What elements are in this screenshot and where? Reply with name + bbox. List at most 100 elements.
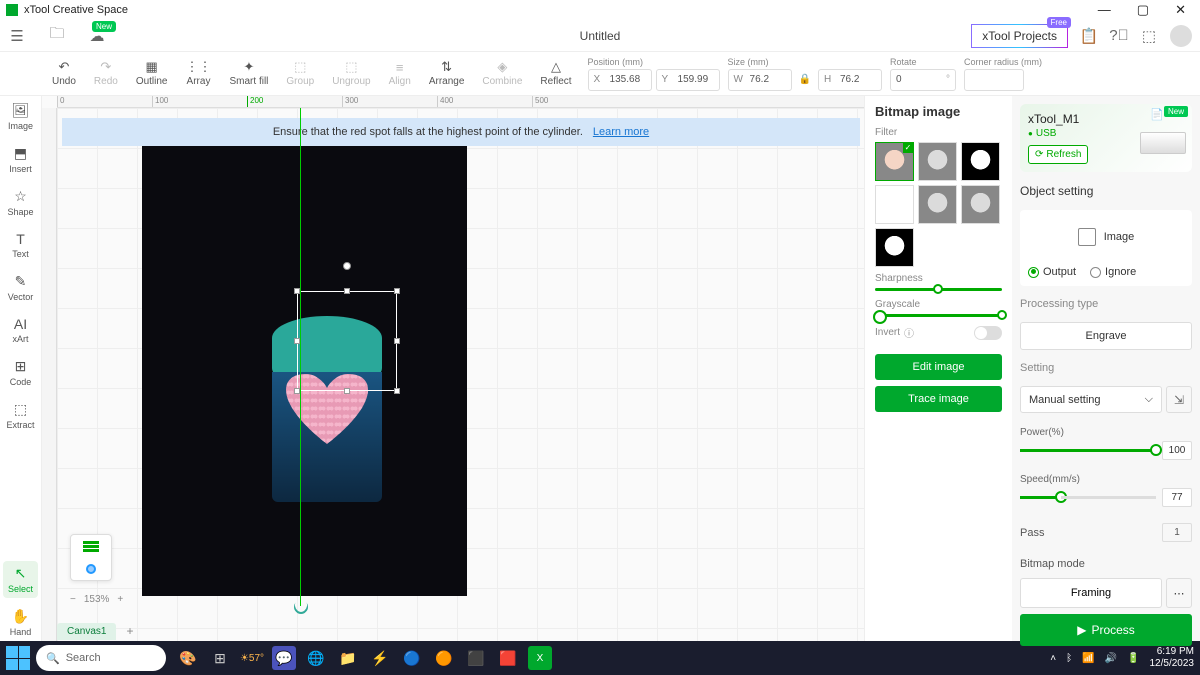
save-setting-icon[interactable]: ⇲ [1166, 386, 1192, 413]
selection-handles[interactable] [297, 291, 397, 391]
speed-slider[interactable] [1020, 496, 1156, 499]
sidebar-item-insert[interactable]: ⬒Insert [0, 141, 41, 178]
framing-more[interactable]: ⋯ [1166, 578, 1192, 608]
battery-icon[interactable]: 🔋 [1127, 653, 1139, 664]
rotary-guide[interactable] [300, 108, 301, 606]
sidebar-item-select[interactable]: ↖Select [3, 561, 38, 598]
tb-app3[interactable]: 🟠 [432, 646, 456, 670]
rotate-input[interactable]: 0° [890, 69, 956, 91]
filter-bw[interactable] [961, 142, 1000, 181]
tb-app2[interactable]: ⚡ [368, 646, 392, 670]
speed-value[interactable]: 77 [1162, 488, 1192, 507]
align-button[interactable]: ≡Align [381, 52, 419, 96]
tb-weather[interactable]: ☀57° [240, 646, 264, 670]
tb-xtool[interactable]: X [528, 646, 552, 670]
output-radio[interactable]: Output [1028, 266, 1076, 278]
invert-toggle[interactable] [974, 326, 1002, 340]
tb-task-view[interactable]: ⊞ [208, 646, 232, 670]
sharpness-slider[interactable] [875, 288, 1002, 291]
document-title[interactable]: Untitled [580, 29, 621, 43]
left-sidebar: 🖼Image ⬒Insert ☆Shape TText ✎Vector AIxA… [0, 96, 42, 641]
wifi-icon[interactable]: 📶 [1082, 653, 1094, 664]
sidebar-item-hand[interactable]: ✋Hand [0, 604, 41, 641]
tray-chevron[interactable]: ˄ [1050, 653, 1056, 664]
array-button[interactable]: ⋮⋮Array [178, 52, 220, 96]
tb-edge[interactable]: 🌐 [304, 646, 328, 670]
maximize-button[interactable]: ▢ [1137, 2, 1149, 18]
rotate-handle[interactable] [343, 262, 351, 270]
tb-explorer[interactable]: 📁 [336, 646, 360, 670]
filter-5[interactable] [918, 185, 957, 224]
avatar[interactable] [1170, 25, 1192, 47]
layer-panel[interactable] [70, 534, 112, 581]
sidebar-item-extract[interactable]: ⬚Extract [0, 397, 41, 434]
page-icon[interactable]: 📄 [1150, 108, 1164, 121]
info-icon[interactable]: ⓘ [904, 325, 914, 340]
start-button[interactable] [6, 646, 30, 670]
filter-gray[interactable] [918, 142, 957, 181]
menu-icon[interactable]: ☰ [8, 27, 26, 45]
outline-button[interactable]: ▦Outline [128, 52, 176, 96]
grayscale-slider[interactable] [875, 314, 1002, 317]
folder-icon[interactable]: 🗀 [48, 27, 66, 45]
w-input[interactable]: W76.2 [728, 69, 792, 91]
sidebar-item-shape[interactable]: ☆Shape [0, 184, 41, 221]
refresh-button[interactable]: ⟳ Refresh [1028, 145, 1088, 164]
learn-more-link[interactable]: Learn more [593, 126, 649, 138]
cloud-icon[interactable]: ☁New [88, 27, 106, 45]
layer-dot[interactable] [86, 564, 96, 574]
edit-image-button[interactable]: Edit image [875, 354, 1002, 380]
tb-chrome[interactable]: 🔵 [400, 646, 424, 670]
sidebar-item-code[interactable]: ⊞Code [0, 354, 41, 391]
lock-icon[interactable]: 🔒 [799, 74, 811, 85]
y-input[interactable]: Y159.99 [656, 69, 720, 91]
clock[interactable]: 6:19 PM12/5/2023 [1150, 646, 1195, 670]
reflect-button[interactable]: △Reflect [532, 52, 579, 96]
h-input[interactable]: H76.2 [818, 69, 882, 91]
tb-teams[interactable]: 💬 [272, 646, 296, 670]
close-button[interactable]: ✕ [1175, 2, 1186, 18]
filter-7[interactable] [875, 228, 914, 267]
ignore-radio[interactable]: Ignore [1090, 266, 1136, 278]
zoom-in[interactable]: + [117, 594, 123, 605]
taskbar-search[interactable]: 🔍 Search [36, 645, 166, 671]
bluetooth-icon[interactable]: ᛒ [1066, 653, 1072, 664]
corner-input[interactable] [964, 69, 1024, 91]
device-card[interactable]: 📄 New xTool_M1 USB ⟳ Refresh [1020, 104, 1192, 172]
filter-6[interactable] [961, 185, 1000, 224]
add-canvas[interactable]: + [122, 624, 137, 638]
minimize-button[interactable]: — [1098, 2, 1111, 18]
canvas[interactable]: 0100 200300 400500 Ensure that the red s… [42, 96, 864, 641]
sidebar-item-xart[interactable]: AIxArt [0, 312, 41, 348]
undo-button[interactable]: ↶Undo [44, 52, 84, 96]
canvas-tab[interactable]: Canvas1 [57, 623, 116, 640]
power-value[interactable]: 100 [1162, 441, 1192, 460]
tb-app1[interactable]: 🎨 [176, 646, 200, 670]
filter-original[interactable] [875, 142, 914, 181]
projects-button[interactable]: xTool Projects Free [971, 24, 1068, 48]
process-button[interactable]: ▶ Process [1020, 614, 1192, 646]
package-icon[interactable]: ⬚ [1140, 27, 1158, 45]
redo-button[interactable]: ↷Redo [86, 52, 126, 96]
zoom-out[interactable]: − [70, 594, 76, 605]
smartfill-button[interactable]: ✦Smart fill [222, 52, 277, 96]
volume-icon[interactable]: 🔊 [1105, 653, 1117, 664]
clipboard-icon[interactable]: 📋 [1080, 27, 1098, 45]
trace-image-button[interactable]: Trace image [875, 386, 1002, 412]
pass-value[interactable]: 1 [1162, 523, 1192, 542]
x-input[interactable]: X135.68 [588, 69, 652, 91]
combine-button[interactable]: ◈Combine [474, 52, 530, 96]
sidebar-item-vector[interactable]: ✎Vector [0, 269, 41, 306]
power-slider[interactable] [1020, 449, 1156, 452]
processing-select[interactable]: Engrave [1020, 322, 1192, 350]
setting-select[interactable]: Manual setting⌵ [1020, 386, 1162, 413]
sidebar-item-image[interactable]: 🖼Image [0, 98, 41, 135]
sidebar-item-text[interactable]: TText [0, 227, 41, 263]
arrange-button[interactable]: ⇅Arrange [421, 52, 473, 96]
tb-app4[interactable]: ⬛ [464, 646, 488, 670]
tb-app5[interactable]: 🟥 [496, 646, 520, 670]
layers-icon[interactable] [83, 541, 99, 544]
framing-button[interactable]: Framing [1020, 578, 1162, 608]
filter-sketch[interactable] [875, 185, 914, 224]
help-icon[interactable]: ?⃝ [1110, 27, 1128, 45]
